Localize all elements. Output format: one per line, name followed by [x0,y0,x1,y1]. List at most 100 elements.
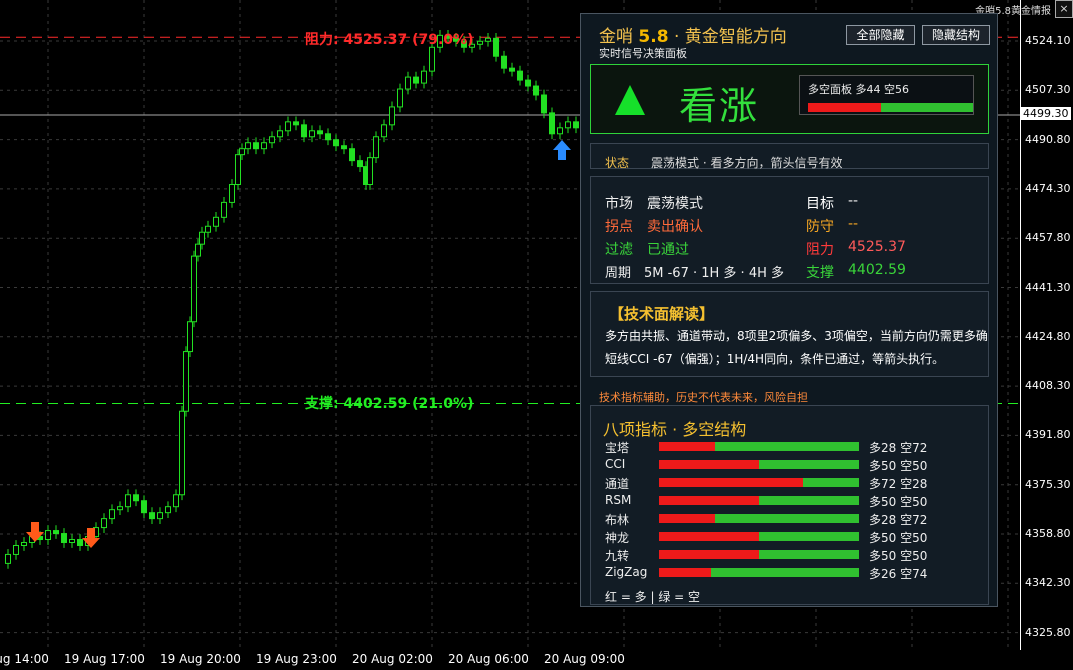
indicator-bar [659,478,859,487]
version-number: 5.8 [638,27,669,47]
candle-body [557,127,563,135]
time-tick: 19 Aug 14:00 [0,652,49,666]
indicator-name: CCI [605,457,626,471]
price-tick: 4358.80 [1025,527,1071,540]
candle-body [397,88,403,108]
price-tick: 4325.80 [1025,625,1071,639]
indicator-name: 九转 [605,549,630,563]
indicator-name: 宝塔 [605,441,630,455]
cycle-value: 5M -67 · 1H 多 · 4H 多 [644,266,785,281]
state-box: 状态 震荡模式 · 看多方向，箭头信号有效 [590,143,989,170]
candle-body [261,142,267,150]
target-key: 目标 [806,196,834,212]
candle-body [239,148,245,156]
long-short-bar [808,103,973,112]
tech-analysis-box: 【技术面解读】 多方由共振、通道带动，8项里2项偏多、3项偏空，当前方向仍需更多… [590,291,989,377]
tech-line-2: 短线CCI -67（偏强）；1H/4H同向，条件已通过，等箭头执行。 [605,352,945,366]
close-button[interactable]: × [1055,0,1073,18]
hide-all-button[interactable]: 全部隐藏 [846,25,915,45]
candle-body [293,121,299,126]
eight-indicators-box: 八项指标 · 多空结构 红 = 多 | 绿 = 空 宝塔 多28 空72 CCI 多5… [590,405,989,605]
candle-body [213,216,219,227]
time-tick: 20 Aug 02:00 [352,652,433,666]
indicator-name: 布林 [605,513,630,527]
candle-body [285,121,291,132]
up-triangle-icon [615,85,645,115]
indicator-bar-long [659,460,759,469]
candle-body [235,154,241,185]
candle-body [109,509,115,520]
candle-body [509,67,515,72]
price-axis: 4524.10 4507.30 4490.80 4474.30 4457.80 4441.… [1020,0,1073,650]
candle-body [421,70,427,84]
filter-value: 已通过 [647,242,689,258]
long-short-label: 多空面板 多44 空56 [808,83,909,96]
candle-body [549,112,555,135]
candle-body [373,136,379,159]
indicator-value: 多50 空50 [869,549,928,563]
candle-body [341,145,347,150]
indicator-value: 多50 空50 [869,459,928,473]
candle-body [183,351,189,412]
candle-body [565,121,571,129]
candle-body [541,94,547,114]
color-legend-note: 红 = 多 | 绿 = 空 [605,590,701,604]
candle-body [173,494,179,508]
resistance-value: 4525.37 [848,239,906,255]
candle-body [357,160,363,168]
candle-body [367,157,373,185]
candle-body [179,410,185,496]
guard-value: -- [848,216,859,232]
candle-body [141,500,147,514]
direction-text: 看涨 [679,84,760,128]
price-tick: 4474.30 [1025,181,1071,195]
candle-body [149,512,155,520]
title-suffix: · 黄金智能方向 [673,27,787,47]
price-tick: 4507.30 [1025,83,1071,97]
candle-body [21,542,27,546]
indicator-value: 多72 空28 [869,477,928,491]
buy-arrow-icon [553,140,571,160]
current-price-label: 4499.30 [1021,107,1071,120]
indicator-name: RSM [605,493,632,507]
candle-body [77,539,83,546]
price-tick: 4490.80 [1025,132,1071,146]
indicator-bar [659,568,859,577]
indicator-bar [659,442,859,451]
hide-structure-button[interactable]: 隐藏结构 [922,25,990,45]
candle-body [53,530,59,535]
candle-body [187,321,193,353]
support-value: 4402.59 [848,262,906,278]
candle-body [117,506,123,511]
price-tick: 4524.10 [1025,34,1071,47]
price-tick: 4441.30 [1025,280,1071,294]
candle-body [389,106,395,126]
price-tick: 4342.30 [1025,576,1071,590]
time-tick: 19 Aug 17:00 [64,652,145,666]
price-tick: 4391.80 [1025,428,1071,442]
indicator-value: 多28 空72 [869,513,928,527]
price-tick: 4408.30 [1025,379,1071,393]
indicator-value: 多50 空50 [869,531,928,545]
title-prefix: 金哨 [599,27,633,47]
indicator-bar [659,532,859,541]
candle-body [349,148,355,162]
candle-body [485,37,491,42]
risk-disclaimer: 技术指标辅助，历史不代表未来，风险自担 [599,391,808,404]
tech-line-1: 多方由共振、通道带动，8项里2项偏多、3项偏空，当前方向仍需更多确 [605,329,988,343]
candle-body [501,55,507,69]
candle-body [199,231,205,245]
indicator-bar-long [659,442,715,451]
indicator-name: 神龙 [605,531,630,545]
guard-key: 防守 [806,219,834,235]
candle-body [195,243,201,257]
time-tick: 20 Aug 06:00 [448,652,529,666]
candle-body [381,124,387,138]
indicator-bar [659,550,859,559]
candle-body [133,494,139,502]
candle-body [301,124,307,138]
candle-body [61,533,67,544]
indicator-name: ZigZag [605,565,648,579]
long-short-bar-long [808,103,881,112]
candle-body [45,530,51,541]
